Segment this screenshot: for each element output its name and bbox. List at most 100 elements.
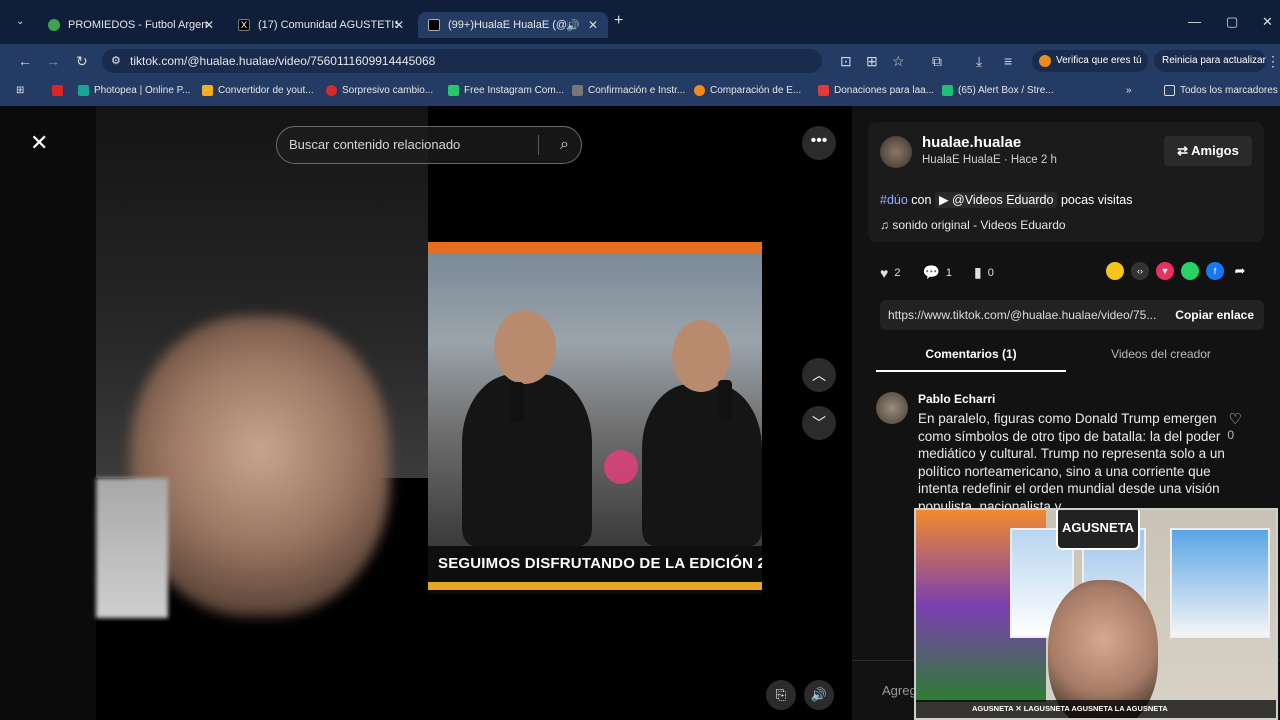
install-app-icon[interactable]: ⊡ xyxy=(840,53,852,70)
social-handles-bar: AGUSNETA ✕ LAGUSNETA AGUSNETA LA AGUSNET… xyxy=(916,700,1276,718)
news-icon xyxy=(326,85,337,96)
tab-comunidad[interactable]: X (17) Comunidad AGUSTETISMO ✕ xyxy=(228,12,414,38)
share-arrow-icon[interactable]: ➦ xyxy=(1231,262,1249,280)
reload-icon[interactable]: ↻ xyxy=(76,53,88,70)
warning-icon xyxy=(1039,55,1051,67)
coin-icon[interactable] xyxy=(1106,262,1124,280)
previous-video-icon[interactable]: ︿ xyxy=(802,358,836,392)
report-icon[interactable]: ⎘ xyxy=(766,680,796,710)
bookmark-alertbox[interactable]: (65) Alert Box / Stre... xyxy=(942,85,1054,96)
save-count: 0 xyxy=(987,266,994,279)
comment-author[interactable]: Pablo Echarri xyxy=(918,392,995,406)
apps-icon[interactable]: ⊞ xyxy=(16,85,24,96)
comment-icon[interactable]: 💬 xyxy=(922,264,939,281)
extensions-icon[interactable]: ⧉ xyxy=(932,53,942,70)
volume-icon[interactable]: 🔊 xyxy=(804,680,834,710)
tab-comments[interactable]: Comentarios (1) xyxy=(876,342,1066,372)
bookmark-photopea[interactable]: Photopea | Online P... xyxy=(78,85,190,96)
copy-link-button[interactable]: Copiar enlace xyxy=(1175,300,1254,330)
interviewer-left-head xyxy=(494,310,556,384)
video-top-bar xyxy=(428,242,762,254)
whatsapp-icon[interactable] xyxy=(1181,262,1199,280)
facebook-icon[interactable]: f xyxy=(1206,262,1224,280)
new-tab-button[interactable]: + xyxy=(614,12,623,30)
comparison-icon xyxy=(694,85,705,96)
search-placeholder: Buscar contenido relacionado xyxy=(289,137,461,152)
bookmark-star-icon[interactable]: ☆ xyxy=(892,53,905,70)
amigos-label: Amigos xyxy=(1191,143,1239,158)
bookmark-instagram[interactable]: Free Instagram Com... xyxy=(448,85,564,96)
add-comment-placeholder: Agreg xyxy=(882,683,917,698)
tab-search-icon[interactable]: ⌄ xyxy=(16,16,24,27)
url-input[interactable]: ⚙ tiktok.com/@hualae.hualae/video/756011… xyxy=(102,49,822,73)
folder-icon xyxy=(1164,85,1175,96)
alertbox-icon xyxy=(942,85,953,96)
menu-icon[interactable]: ⋮ xyxy=(1266,53,1280,70)
send-icon[interactable]: ▼ xyxy=(1156,262,1174,280)
all-bookmarks-label: Todos los marcadores xyxy=(1180,85,1278,96)
verify-chip[interactable]: Verifica que eres tú xyxy=(1032,50,1148,72)
embed-icon[interactable]: ‹› xyxy=(1131,262,1149,280)
hashtag-link[interactable]: #dúo xyxy=(880,193,908,207)
bookmark-label: Sorpresivo cambio... xyxy=(342,85,434,96)
close-tab-icon[interactable]: ✕ xyxy=(204,18,214,32)
bookmark-icon[interactable]: ▮ xyxy=(974,264,982,281)
friends-icon: ⇄ xyxy=(1177,143,1192,158)
search-divider xyxy=(538,135,539,155)
back-icon[interactable]: ← xyxy=(18,53,32,69)
translate-icon[interactable]: ⊞ xyxy=(866,53,878,70)
tab-creator-videos[interactable]: Videos del creador xyxy=(1066,342,1256,372)
bookmark-label: Convertidor de yout... xyxy=(218,85,314,96)
bookmark-convertidor[interactable]: Convertidor de yout... xyxy=(202,85,314,96)
bookmark-donaciones[interactable]: Donaciones para laa... xyxy=(818,85,934,96)
restart-chip[interactable]: Reinicia para actualizar xyxy=(1154,50,1266,72)
maximize-icon[interactable]: ▢ xyxy=(1226,14,1238,30)
user-subline: HualaE HualaE · Hace 2 h xyxy=(922,154,1057,166)
bookmark-confirmacion[interactable]: Confirmación e Instr... xyxy=(572,85,685,96)
like-icon[interactable]: ♥ xyxy=(880,265,888,281)
audio-playing-icon[interactable]: 🔊 xyxy=(566,19,580,32)
bookmark-comparacion[interactable]: Comparación de E... xyxy=(694,85,801,96)
mention-link[interactable]: ▶ @Videos Eduardo xyxy=(934,192,1058,208)
duet-person-face xyxy=(130,316,390,616)
more-options-icon[interactable]: ••• xyxy=(802,126,836,160)
amigos-button[interactable]: ⇄ Amigos xyxy=(1164,136,1252,166)
mention-text: @Videos Eduardo xyxy=(952,193,1054,207)
share-link-box[interactable]: https://www.tiktok.com/@hualae.hualae/vi… xyxy=(880,300,1264,330)
download-icon[interactable]: ⤓ xyxy=(976,53,982,70)
streamer-face xyxy=(1048,580,1158,718)
username[interactable]: hualae.hualae xyxy=(922,134,1021,151)
comment-avatar[interactable] xyxy=(876,392,908,424)
all-bookmarks-button[interactable]: Todos los marcadores xyxy=(1164,85,1278,96)
search-icon[interactable]: ⌕ xyxy=(560,127,569,163)
bookmark-sorpresivo[interactable]: Sorpresivo cambio... xyxy=(326,85,433,96)
comment-like-icon[interactable]: ♡ xyxy=(1229,410,1242,428)
related-search-input[interactable]: Buscar contenido relacionado ⌕ xyxy=(276,126,582,164)
sound-link[interactable]: ♫ sonido original - Videos Eduardo xyxy=(880,218,1066,232)
tab-tiktok[interactable]: (99+)HualaE HualaE (@hua 🔊 ✕ xyxy=(418,12,608,38)
close-video-icon[interactable]: ✕ xyxy=(30,130,48,156)
close-tab-icon[interactable]: ✕ xyxy=(394,18,404,32)
bookmark-label: Comparación de E... xyxy=(710,85,802,96)
close-tab-icon[interactable]: ✕ xyxy=(588,18,598,32)
donation-icon xyxy=(818,85,829,96)
avatar[interactable] xyxy=(880,136,912,168)
minimize-icon[interactable]: — xyxy=(1188,14,1201,29)
more-bookmarks-icon[interactable]: » xyxy=(1126,85,1132,96)
play-icon: ▶ xyxy=(938,193,953,207)
media-control-icon[interactable]: ≡ xyxy=(1004,53,1012,69)
w-icon xyxy=(448,85,459,96)
share-icons: ‹› ▼ f ➦ xyxy=(1106,262,1256,280)
like-count: 2 xyxy=(894,266,901,279)
site-info-icon[interactable]: ⚙ xyxy=(111,49,121,73)
tab-promiedos[interactable]: PROMIEDOS - Futbol Argentino ✕ xyxy=(38,12,224,38)
music-note-icon: ♫ xyxy=(880,218,893,232)
sound-text: sonido original - Videos Eduardo xyxy=(892,218,1066,232)
duet-video[interactable]: SEGUIMOS DISFRUTANDO DE LA EDICIÓN 2025 xyxy=(428,242,762,594)
forward-icon[interactable]: → xyxy=(46,53,60,69)
youtube-bookmark[interactable] xyxy=(52,85,68,96)
link-icon xyxy=(572,85,583,96)
next-video-icon[interactable]: ﹀ xyxy=(802,406,836,440)
comment-text: En paralelo, figuras como Donald Trump e… xyxy=(918,411,1225,510)
close-window-icon[interactable]: ✕ xyxy=(1262,14,1273,30)
